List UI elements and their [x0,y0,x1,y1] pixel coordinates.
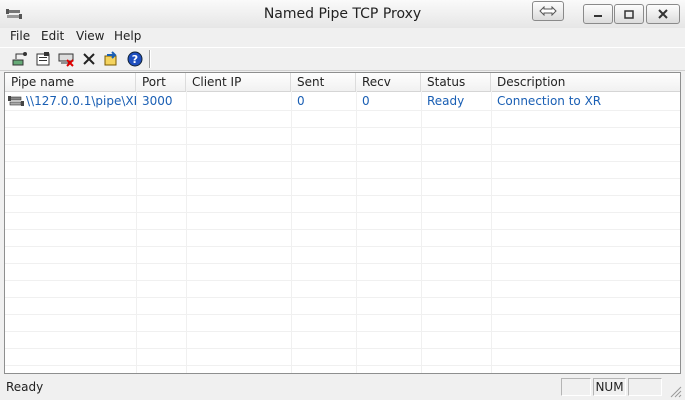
connect-icon [12,52,27,66]
table-row[interactable]: \\127.0.0.1\pipe\XR 3000 0 0 Ready Conne… [5,92,680,110]
grid-hline [5,144,680,145]
cell-pipe-name: \\127.0.0.1\pipe\XR [26,94,136,108]
status-bar: Ready NUM [0,376,685,400]
minimize-button[interactable] [583,4,613,24]
grid-hline [5,263,680,264]
status-pane-num: NUM [593,378,626,396]
menu-help[interactable]: Help [114,29,141,43]
help-icon: ? [127,51,143,67]
cell-status: Ready [427,94,465,108]
grid-hline [5,297,680,298]
disconnect-button[interactable] [57,51,75,67]
minimize-icon [594,15,602,17]
grid-hline [5,229,680,230]
properties-icon [36,52,50,66]
properties-button[interactable] [34,51,52,67]
maximize-icon [624,9,634,19]
column-header-status[interactable]: Status [421,73,491,91]
double-arrow-icon [539,6,557,16]
cell-client-ip [186,92,291,110]
grid-hline [5,348,680,349]
close-icon [658,9,668,19]
grid-hline [5,127,680,128]
toolbar: ? [0,47,685,71]
grid-hline [5,331,680,332]
delete-button[interactable] [80,51,98,67]
new-pipe-icon [104,51,117,66]
cell-recv: 0 [362,94,370,108]
new-pipe-button[interactable] [103,51,121,67]
toolbar-separator [149,50,151,68]
grid-hline [5,110,680,111]
maximize-button[interactable] [614,4,644,24]
cell-sent: 0 [297,94,305,108]
snap-button[interactable] [532,1,564,21]
column-header-description[interactable]: Description [491,73,680,91]
svg-text:?: ? [132,53,138,66]
grid-vline [291,91,292,373]
status-text: Ready [6,380,44,394]
connect-button[interactable] [11,51,29,67]
grid-vline [421,91,422,373]
title-bar: Named Pipe TCP Proxy [0,0,685,29]
status-pane-caps [561,378,591,396]
grid-vline [186,91,187,373]
status-pane-scrl [628,378,662,396]
column-header-recv[interactable]: Recv [356,73,421,91]
grid-vline [356,91,357,373]
grid-hline [5,178,680,179]
grid-hline [5,365,680,366]
grid-hline [5,212,680,213]
grid-hline [5,195,680,196]
resize-grip-icon[interactable] [668,384,682,398]
grid-vline [491,91,492,373]
menu-view[interactable]: View [76,29,104,43]
column-header-port[interactable]: Port [136,73,186,91]
grid-hline [5,280,680,281]
delete-icon [83,53,95,65]
column-header-client-ip[interactable]: Client IP [186,73,291,91]
column-header-sent[interactable]: Sent [291,73,356,91]
menu-bar: File Edit View Help [0,28,685,46]
grid-hline [5,314,680,315]
disconnect-icon [58,53,74,67]
cell-description: Connection to XR [497,94,602,108]
pipe-list[interactable]: Pipe name Port Client IP Sent Recv Statu… [4,72,681,374]
menu-edit[interactable]: Edit [41,29,64,43]
column-header-pipe-name[interactable]: Pipe name [5,73,136,91]
list-header: Pipe name Port Client IP Sent Recv Statu… [5,73,680,92]
grid-vline [136,91,137,373]
help-button[interactable]: ? [126,51,144,67]
grid-hline [5,246,680,247]
grid-hline [5,161,680,162]
cell-port: 3000 [142,94,173,108]
close-button[interactable] [646,4,680,24]
menu-file[interactable]: File [10,29,30,43]
